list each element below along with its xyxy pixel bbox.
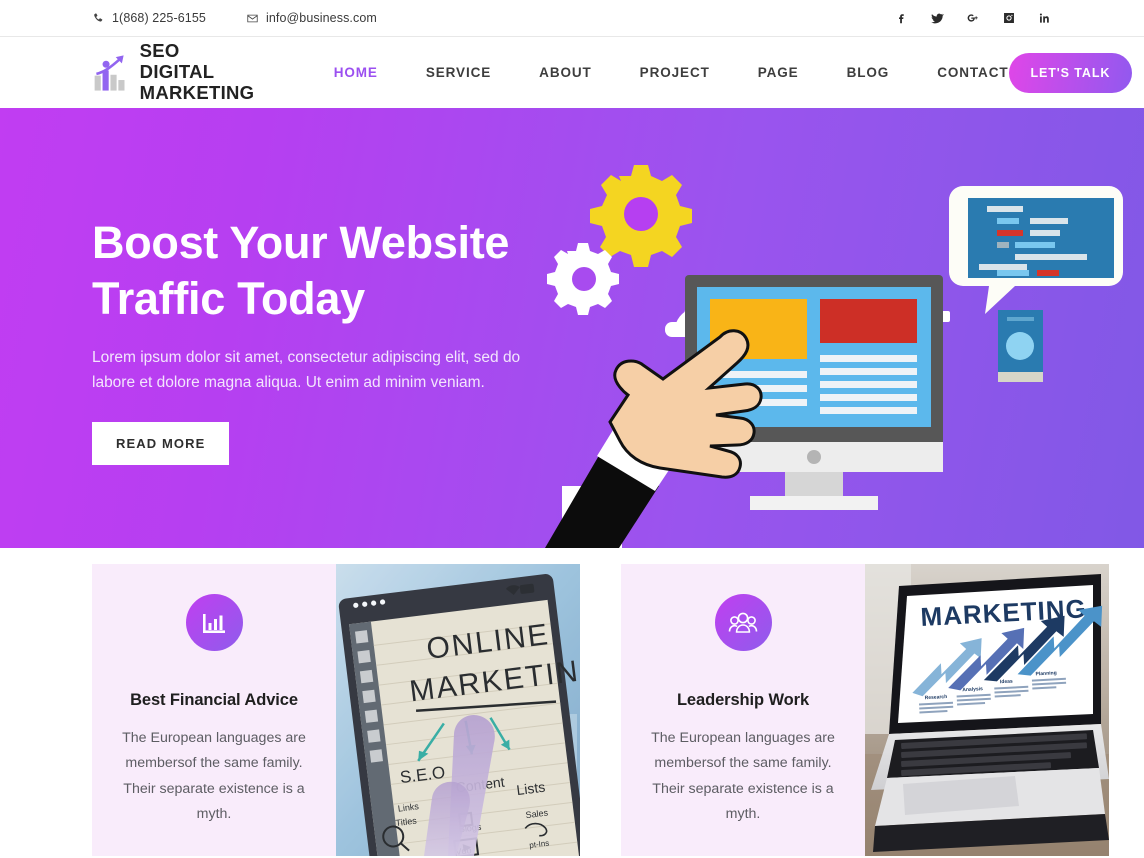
top-contact-bar: 1(868) 225-6155 info@business.com	[0, 0, 1144, 37]
card-leadership-work[interactable]: Leadership Work The European languages a…	[621, 564, 1109, 856]
nav-item-service[interactable]: SERVICE	[426, 57, 491, 88]
hero-paragraph: Lorem ipsum dolor sit amet, consectetur …	[92, 348, 521, 391]
phone-number: 1(868) 225-6155	[112, 11, 206, 25]
laptop-marketing-arrows-photo: MARKETING Research Analysis Ideas Planning	[865, 564, 1109, 856]
lets-talk-button[interactable]: LET'S TALK	[1008, 52, 1133, 93]
envelope-icon	[247, 14, 258, 22]
pointing-hand	[545, 329, 763, 548]
tablet-online-marketing-photo: ONLINE MARKETING S.E.O Content Lists Lin…	[336, 564, 580, 856]
main-nav: HOME SERVICE ABOUT PROJECT PAGE BLOG CON…	[334, 57, 1009, 88]
site-logo[interactable]: SEO DIGITAL MARKETING	[92, 40, 256, 103]
seo-monitor-hand-illustration	[545, 165, 1123, 548]
email-contact[interactable]: info@business.com	[246, 11, 377, 25]
people-group-icon	[714, 594, 772, 651]
hero-heading: Boost Your Website Traffic Today	[92, 215, 562, 327]
tablet-photo-graphic: ONLINE MARKETING S.E.O Content Lists Lin…	[336, 564, 580, 856]
card-title: Leadership Work	[676, 691, 810, 709]
bar-chart-glyph	[203, 613, 225, 633]
instagram-icon[interactable]	[1002, 11, 1016, 25]
feature-cards: Best Financial Advice The European langu…	[0, 548, 1144, 856]
read-more-button[interactable]: READ MORE	[92, 421, 230, 465]
hero-heading-line-2: Traffic Today	[92, 272, 365, 324]
nav-item-blog[interactable]: BLOG	[847, 57, 890, 88]
site-header: SEO DIGITAL MARKETING HOME SERVICE ABOUT…	[0, 37, 1144, 108]
card-description: The European languages are membersof the…	[122, 730, 306, 822]
google-plus-icon[interactable]	[966, 11, 980, 25]
social-links	[894, 11, 1052, 25]
twitter-icon[interactable]	[930, 11, 944, 25]
svg-text:Research: Research	[925, 694, 948, 701]
card-title: Best Financial Advice	[130, 691, 298, 709]
bar-chart-icon	[185, 594, 243, 651]
svg-text:Ideas: Ideas	[1000, 679, 1013, 686]
linkedin-icon[interactable]	[1038, 11, 1052, 25]
profile-card	[998, 310, 1043, 382]
nav-item-project[interactable]: PROJECT	[640, 57, 710, 88]
logo-line-1: SEO DIGITAL	[139, 40, 215, 83]
logo-line-2: MARKETING	[139, 81, 255, 103]
nav-item-about[interactable]: ABOUT	[539, 57, 592, 88]
card-text-pane: Best Financial Advice The European langu…	[92, 564, 336, 856]
logo-wordmark: SEO DIGITAL MARKETING	[139, 40, 256, 103]
nav-item-page[interactable]: PAGE	[758, 57, 799, 88]
svg-text:Planning: Planning	[1035, 670, 1056, 677]
email-address: info@business.com	[265, 11, 377, 25]
bar-chart-growth-icon	[94, 54, 125, 91]
facebook-icon[interactable]	[894, 11, 908, 25]
hero-heading-line-1: Boost Your Website	[92, 217, 510, 268]
laptop-photo-graphic: MARKETING ResearchAnalysis IdeasPlanning	[865, 564, 1109, 856]
code-speech-bubble	[949, 186, 1123, 314]
hero-copy: Boost Your Website Traffic Today Lorem i…	[92, 215, 562, 465]
nav-item-contact[interactable]: CONTACT	[937, 57, 1008, 88]
phone-icon	[94, 12, 103, 22]
card-text-pane: Leadership Work The European languages a…	[621, 564, 865, 856]
phone-contact[interactable]: 1(868) 225-6155	[92, 11, 206, 25]
card-best-financial-advice[interactable]: Best Financial Advice The European langu…	[92, 564, 580, 856]
hero-section: Boost Your Website Traffic Today Lorem i…	[0, 108, 1144, 548]
people-group-glyph	[728, 612, 758, 633]
nav-item-home[interactable]: HOME	[334, 57, 378, 88]
gear-small-white	[547, 243, 619, 315]
svg-text:Analysis: Analysis	[962, 686, 983, 693]
card-description: The European languages are membersof the…	[651, 730, 835, 822]
